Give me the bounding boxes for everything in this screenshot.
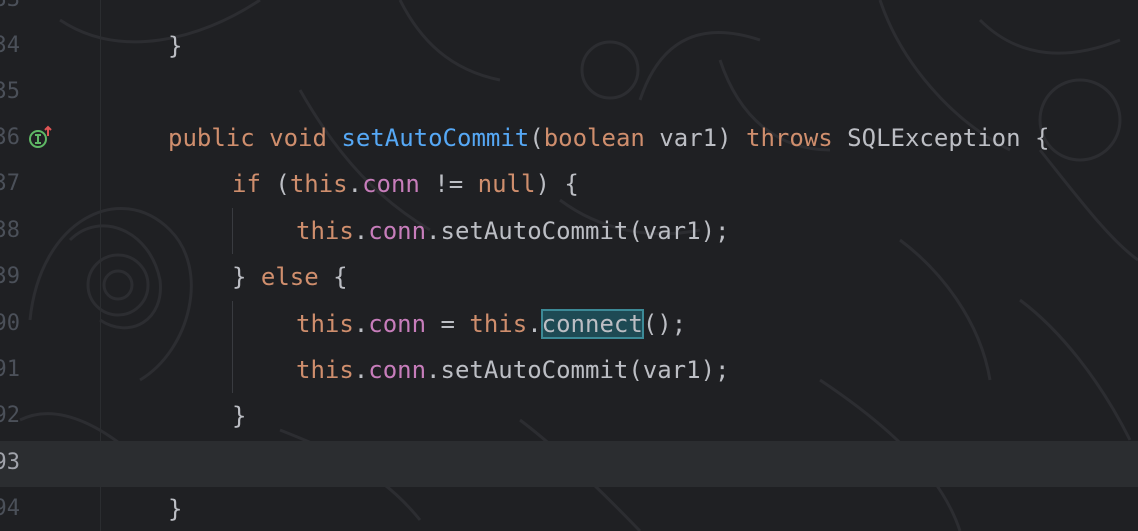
call-line: this.conn.setAutoCommit(var1); — [296, 347, 729, 393]
keyword-this: this — [296, 310, 354, 338]
method-call[interactable]: .setAutoCommit(var1); — [426, 217, 729, 245]
line-number[interactable]: 94 — [0, 486, 20, 531]
keyword-throws: throws — [746, 124, 833, 152]
closing-brace: } — [168, 32, 183, 60]
line-number[interactable]: 35 — [0, 69, 20, 115]
closing-brace: } — [232, 402, 247, 430]
indent-guide — [232, 301, 233, 393]
keyword-this: this — [469, 310, 528, 338]
field-conn[interactable]: conn — [362, 170, 420, 198]
keyword-if: if — [232, 170, 261, 198]
field-conn[interactable]: conn — [368, 217, 426, 245]
operator: = — [426, 310, 470, 338]
keyword-else: else — [260, 263, 319, 291]
dot: . — [527, 310, 542, 338]
keyword-void: void — [269, 124, 327, 152]
line-number[interactable]: 39 — [0, 254, 20, 300]
connect-method-highlighted[interactable]: connect — [540, 309, 644, 339]
field-conn[interactable]: conn — [368, 356, 426, 384]
if-statement-line: if (this.conn != null) { — [232, 161, 579, 207]
closing-brace: } — [168, 495, 183, 523]
closing-brace: } — [232, 263, 261, 291]
paren: ( — [260, 170, 290, 198]
dot: . — [347, 170, 363, 198]
current-line-highlight — [0, 441, 1138, 487]
keyword-public: public — [168, 124, 255, 152]
line-number[interactable]: 36 — [0, 115, 20, 161]
dot: . — [353, 356, 369, 384]
method-name[interactable]: setAutoCommit — [341, 124, 529, 152]
opening-brace: { — [318, 263, 348, 291]
keyword-this: this — [296, 356, 354, 384]
method-call[interactable]: .setAutoCommit(var1); — [426, 356, 729, 384]
keyword-this: this — [289, 170, 348, 198]
code-editor[interactable]: 33 34 35 36 37 38 39 90 91 92 93 94 } pu… — [0, 0, 1138, 531]
line-number[interactable]: 33 — [0, 0, 20, 23]
keyword-boolean: boolean — [543, 124, 645, 152]
dot: . — [353, 310, 369, 338]
paren: ( — [529, 124, 544, 152]
keyword-null: null — [477, 170, 536, 198]
field-conn[interactable]: conn — [368, 310, 426, 338]
method-signature-line: public void setAutoCommit(boolean var1) … — [168, 115, 1049, 161]
line-number[interactable]: 37 — [0, 161, 20, 207]
operator: != — [419, 170, 478, 198]
call-line: this.conn.setAutoCommit(var1); — [296, 208, 729, 254]
exception-type[interactable]: SQLException { — [833, 124, 1049, 152]
implementing-method-icon[interactable] — [28, 125, 52, 149]
paren: ) { — [535, 170, 579, 198]
paren: (); — [642, 310, 687, 338]
line-number[interactable]: 91 — [0, 347, 20, 393]
else-line: } else { — [232, 254, 348, 300]
indent-guide — [232, 208, 233, 254]
keyword-this: this — [296, 217, 354, 245]
line-number[interactable]: 34 — [0, 23, 20, 69]
line-number[interactable]: 92 — [0, 393, 20, 439]
parameter: var1) — [644, 124, 747, 152]
line-number[interactable]: 38 — [0, 208, 20, 254]
line-number-current[interactable]: 93 — [0, 440, 20, 486]
dot: . — [353, 217, 369, 245]
assignment-line: this.conn = this.connect(); — [296, 301, 686, 347]
line-number[interactable]: 90 — [0, 301, 20, 347]
